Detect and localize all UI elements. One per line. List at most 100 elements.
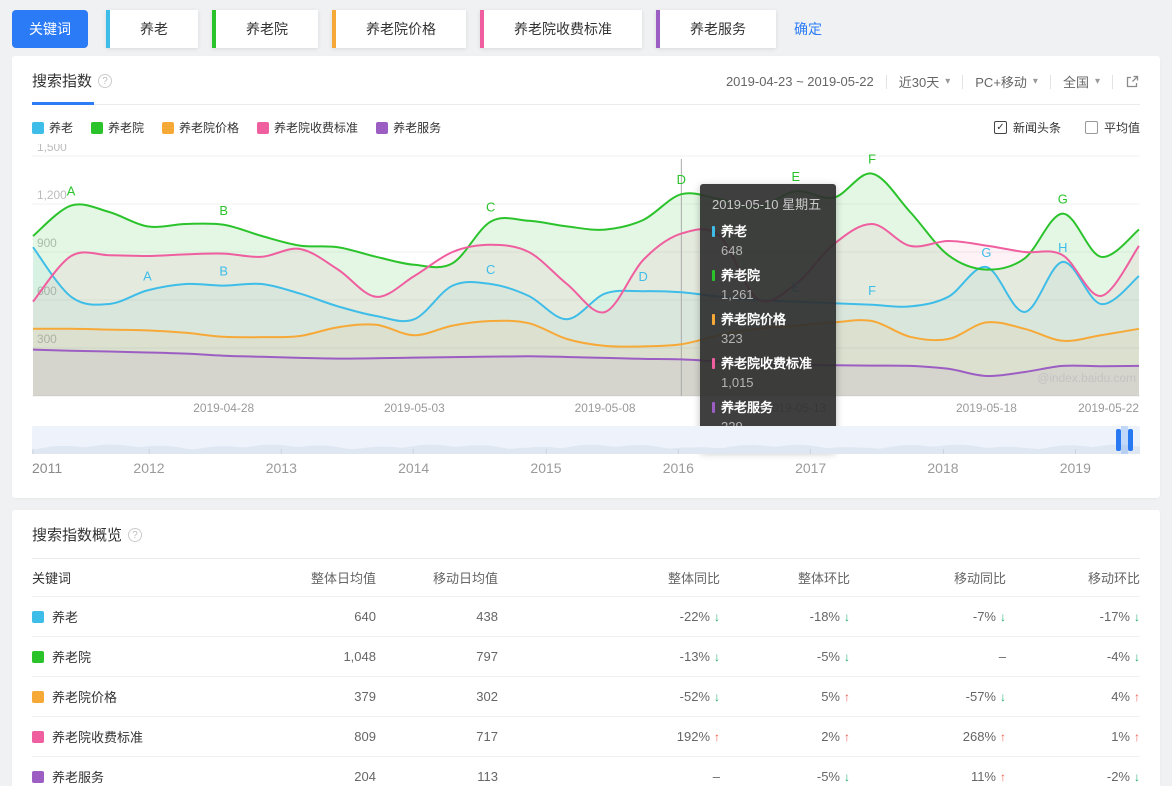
arrow-up-icon: ↑ (1134, 730, 1140, 744)
trend-value: 4% (1111, 689, 1130, 704)
news-marker: B (219, 203, 228, 218)
watermark: @index.baidu.com (1037, 371, 1136, 385)
help-icon[interactable]: ? (98, 73, 113, 88)
table-row: 养老院价格 379 302 -52% ↓ 5% ↑ -57% ↓ 4% ↑ (32, 677, 1140, 717)
mobile-avg-cell: 438 (476, 609, 498, 624)
news-marker: G (981, 245, 991, 260)
slider-selected-range[interactable] (1121, 426, 1128, 454)
keyword-tag[interactable]: 养老院价格 (332, 10, 466, 48)
checkbox-unchecked-icon (1084, 121, 1098, 134)
legend-item[interactable]: 养老院价格 (162, 119, 239, 136)
divider (885, 74, 887, 89)
keyword-swatch (32, 690, 44, 703)
trend-cell: -22% ↓ (498, 609, 720, 624)
tab-label: 搜索指数 (32, 73, 93, 90)
region-dropdown-value: 全国 (1062, 75, 1089, 90)
legend-label: 养老院收费标准 (274, 121, 359, 135)
arrow-down-icon: ↓ (1134, 650, 1140, 664)
keyword-tag[interactable]: 养老 (106, 10, 198, 48)
x-tick-label: 2019-04-28 (193, 401, 254, 415)
divider (962, 74, 964, 89)
trend-value: -18% (809, 609, 840, 624)
trend-value: – (998, 649, 1006, 664)
search-index-panel: 搜索指数 ? 2019-04-23 ~ 2019-05-22 近30天 ▾ PC… (12, 56, 1160, 498)
slider-handle-left[interactable] (1116, 429, 1121, 451)
table-row: 养老服务 204 113 – -5% ↓ 11% ↑ -2% ↓ (32, 757, 1140, 786)
export-icon[interactable] (1125, 74, 1140, 89)
legend-item[interactable]: 养老 (32, 119, 73, 136)
time-range-slider[interactable] (32, 426, 1140, 454)
average-checkbox[interactable]: 平均值 (1084, 119, 1140, 136)
keyword-button[interactable]: 关键词 (12, 10, 88, 48)
legend-swatch (91, 121, 104, 134)
legend-label: 养老院 (108, 121, 145, 135)
legend-item[interactable]: 养老服务 (376, 119, 441, 136)
trend-value: 2% (821, 729, 840, 744)
overview-panel: 搜索指数概览 ? 关键词 整体日均值 移动日均值 整体同比 整体环比 移动同比 移动环比 养老… (12, 510, 1160, 786)
table-header-cell: 移动日均值 (432, 571, 498, 586)
keyword-swatch (32, 610, 44, 623)
legend-swatch (376, 121, 389, 134)
chart-controls: 2019-04-23 ~ 2019-05-22 近30天 ▾ PC+移动 ▾ 全… (726, 70, 1140, 91)
news-headline-label: 新闻头条 (1012, 121, 1061, 135)
legend-item[interactable]: 养老院收费标准 (257, 119, 358, 136)
keyword-cell: 养老院收费标准 (32, 727, 280, 746)
legend-item[interactable]: 养老院 (91, 119, 144, 136)
trend-cell: 268% ↑ (850, 729, 1006, 744)
trend-value: -4% (1106, 649, 1130, 664)
news-marker: F (868, 283, 876, 298)
arrow-down-icon: ↓ (1134, 610, 1140, 624)
legend-label: 养老 (49, 121, 74, 135)
news-marker: G (1058, 192, 1068, 207)
slider-handle-right[interactable] (1128, 429, 1133, 451)
overall-avg-cell: 1,048 (343, 649, 376, 664)
legend-row: 养老 养老院 养老院价格 养老院收费标准 养老服务 ✓ 新闻头条 平均值 (32, 119, 1140, 136)
device-dropdown[interactable]: PC+移动 ▾ (975, 72, 1038, 91)
help-icon[interactable]: ? (128, 527, 143, 542)
region-dropdown[interactable]: 全国 ▾ (1063, 72, 1100, 91)
keyword-tag[interactable]: 养老院 (212, 10, 318, 48)
trend-value: -13% (679, 649, 710, 664)
keyword-toolbar: 关键词 养老 养老院 养老院价格 养老院收费标准 养老服务 确定 (0, 0, 1172, 56)
year-label: 2011 (32, 460, 63, 476)
overlay-toggles: ✓ 新闻头条 平均值 (993, 119, 1140, 136)
confirm-link[interactable]: 确定 (794, 19, 822, 39)
mobile-avg-cell: 717 (476, 729, 498, 744)
overview-table: 关键词 整体日均值 移动日均值 整体同比 整体环比 移动同比 移动环比 养老 640 438 -22… (32, 559, 1140, 786)
trend-value: -17% (1099, 609, 1130, 624)
chart-legend: 养老 养老院 养老院价格 养老院收费标准 养老服务 (32, 119, 441, 136)
trend-cell: -52% ↓ (498, 689, 720, 704)
overall-avg-cell: 640 (354, 609, 376, 624)
table-header-cell: 整体同比 (667, 571, 720, 586)
date-range[interactable]: 2019-04-23 ~ 2019-05-22 (726, 74, 874, 89)
keyword-name: 养老院 (52, 650, 92, 665)
chevron-down-icon: ▾ (1094, 76, 1100, 87)
keyword-name: 养老院收费标准 (52, 730, 144, 745)
y-tick-label: 1,500 (37, 144, 67, 154)
trend-value: – (712, 769, 720, 784)
legend-swatch (162, 121, 175, 134)
chart-canvas[interactable]: 3006009001,2001,500A B C DE FG HAB CD EFG2019-0… (32, 144, 1140, 416)
year-label: 2017 (795, 460, 827, 476)
keyword-tag[interactable]: 养老院收费标准 (480, 10, 642, 48)
trend-cell: -5% ↓ (720, 649, 850, 664)
range-dropdown[interactable]: 近30天 ▾ (899, 72, 951, 91)
news-headline-checkbox[interactable]: ✓ 新闻头条 (993, 119, 1061, 136)
table-row: 养老 640 438 -22% ↓ -18% ↓ -7% ↓ -17% ↓ (32, 597, 1140, 637)
tab-search-index[interactable]: 搜索指数 ? (32, 70, 113, 105)
trend-cell: -18% ↓ (720, 609, 850, 624)
keyword-tag[interactable]: 养老服务 (656, 10, 776, 48)
year-label: 2016 (662, 460, 694, 476)
table-header-cell: 移动环比 (1087, 571, 1140, 586)
table-header-cell: 关键词 (32, 571, 72, 586)
trend-cell: 2% ↑ (720, 729, 850, 744)
trend-cell: -2% ↓ (1006, 769, 1140, 784)
slider-histogram (32, 444, 1140, 454)
trend-value: 1% (1111, 729, 1130, 744)
overview-header: 搜索指数概览 ? (32, 524, 1140, 559)
chevron-down-icon: ▾ (1032, 76, 1038, 87)
trend-value: -22% (679, 609, 710, 624)
keyword-cell: 养老院 (32, 647, 280, 666)
trend-value: 5% (821, 689, 840, 704)
year-label: 2012 (133, 460, 165, 476)
